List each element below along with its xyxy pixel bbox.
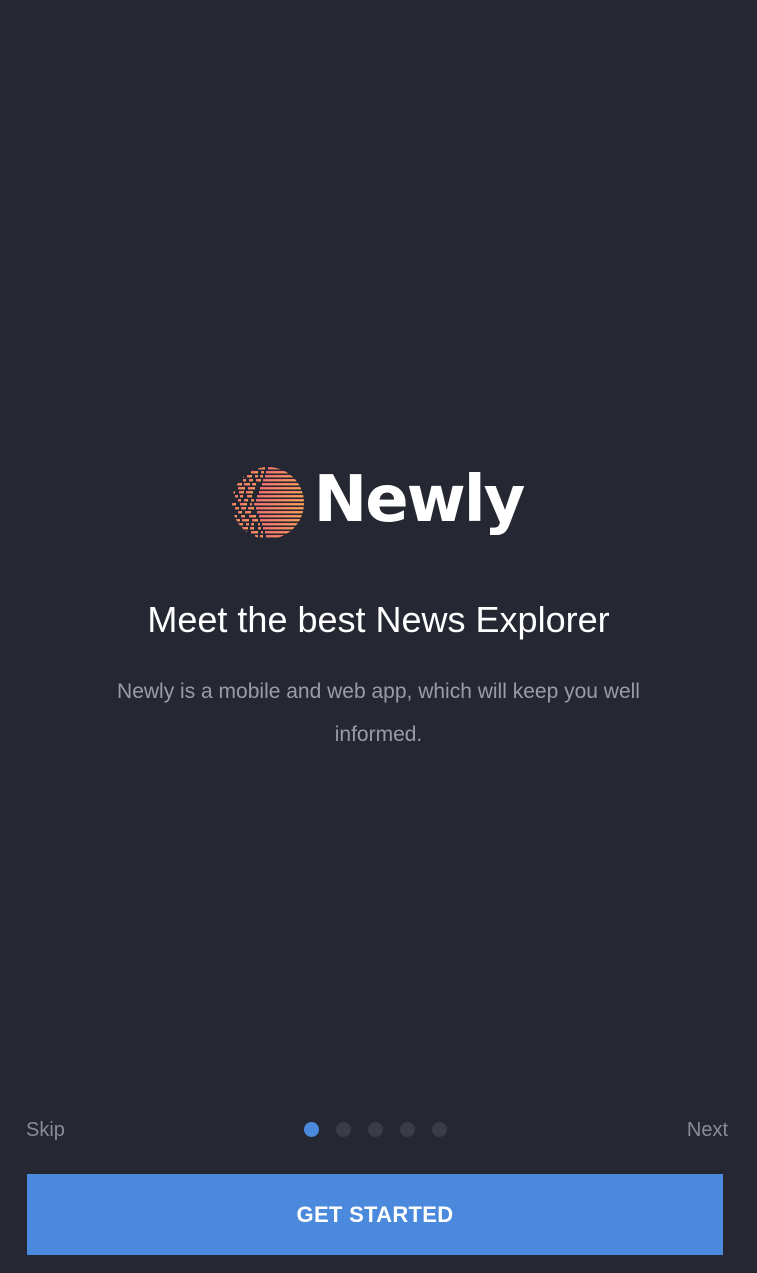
brand-lockup: Newly [0,462,757,544]
page-dot-1[interactable] [304,1122,319,1137]
get-started-label: GET STARTED [296,1201,454,1227]
onboarding-description: Newly is a mobile and web app, which wil… [117,680,640,746]
page-dot-4[interactable] [400,1122,415,1137]
page-dot-2[interactable] [336,1122,351,1137]
globe-stripes-icon [231,467,304,538]
next-button[interactable]: Next [687,1116,728,1144]
skip-button[interactable]: Skip [26,1116,65,1144]
page-dot-3[interactable] [368,1122,383,1137]
page-dot-5[interactable] [432,1122,447,1137]
brand-name: Newly [313,463,526,537]
get-started-button[interactable]: GET STARTED [27,1174,723,1255]
onboarding-headline: Meet the best News Explorer [147,599,610,640]
onboarding-screen: Newly Meet the best News Explorer Newly … [0,0,757,1273]
page-indicator [304,1122,464,1137]
